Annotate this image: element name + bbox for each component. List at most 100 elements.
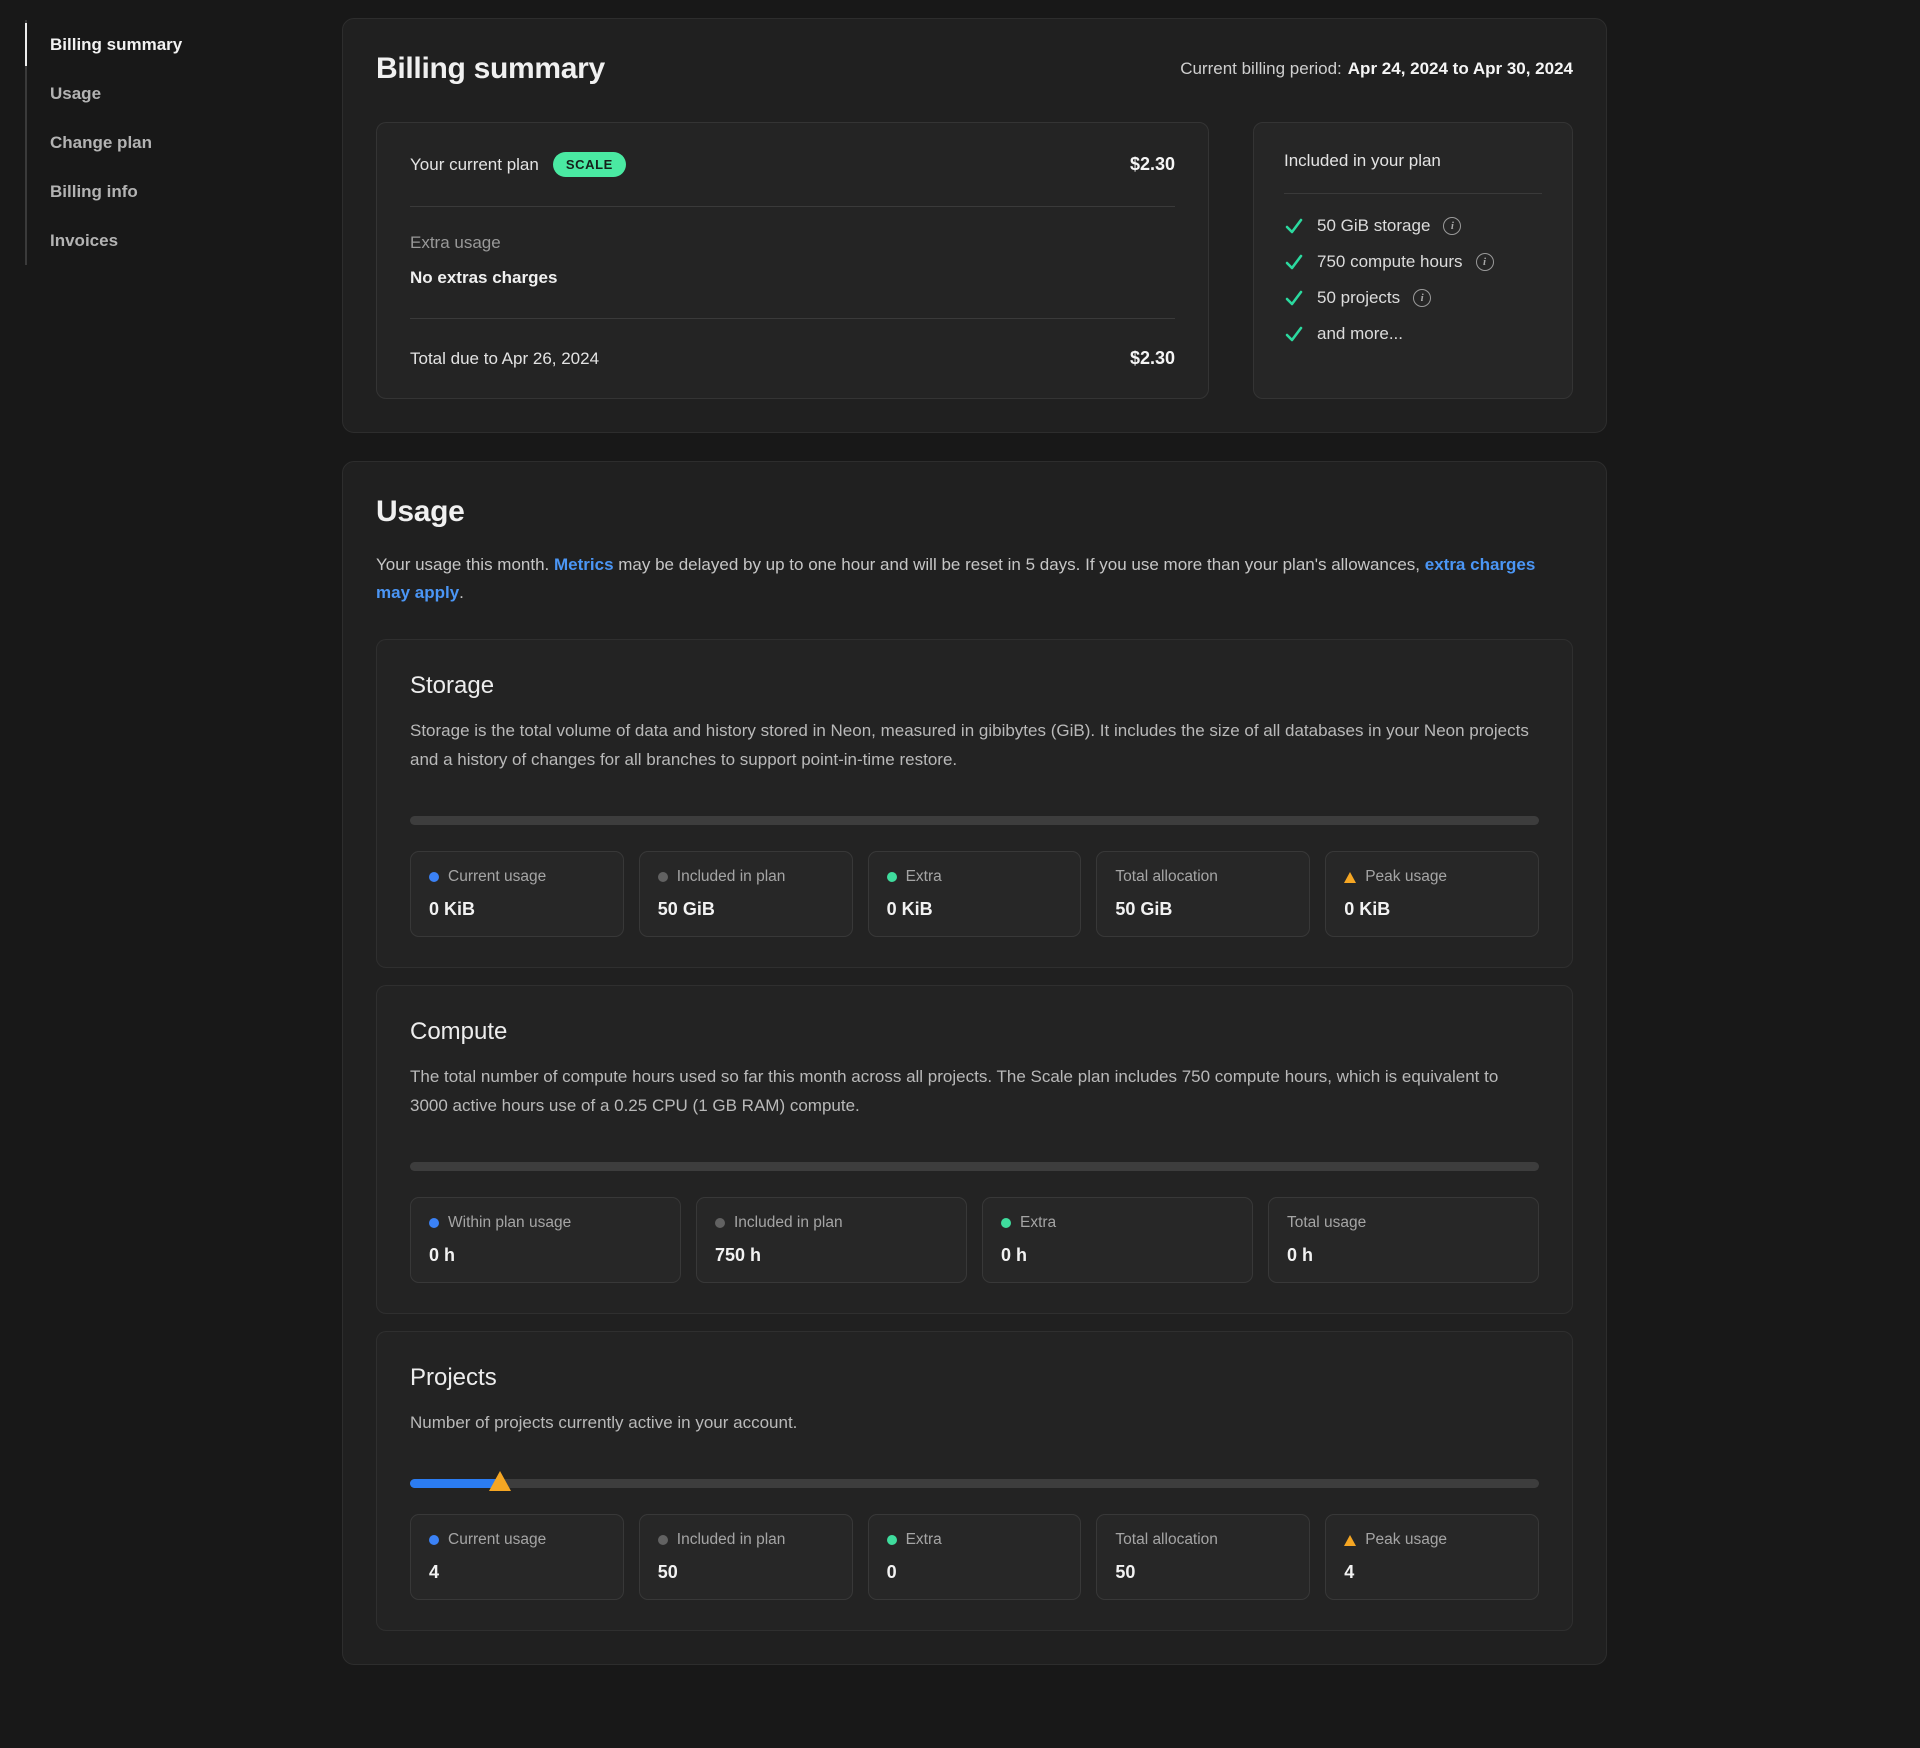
stat-value: 50 bbox=[658, 1562, 834, 1583]
info-icon[interactable]: i bbox=[1443, 217, 1461, 235]
stat-extra: Extra 0 h bbox=[982, 1197, 1253, 1283]
peak-usage-marker-icon bbox=[489, 1471, 511, 1491]
extra-usage-label: Extra usage bbox=[410, 233, 1175, 253]
billing-summary-title: Billing summary bbox=[376, 52, 605, 86]
stat-label: Total allocation bbox=[1115, 868, 1218, 886]
storage-description: Storage is the total volume of data and … bbox=[410, 716, 1539, 774]
stat-label: Total allocation bbox=[1115, 1531, 1218, 1549]
stat-included-in-plan: Included in plan 50 GiB bbox=[639, 851, 853, 937]
current-plan-left: Your current plan SCALE bbox=[410, 152, 626, 177]
divider bbox=[1284, 193, 1542, 194]
stat-current-usage: Current usage 0 KiB bbox=[410, 851, 624, 937]
main-content: Billing summary Current billing period: A… bbox=[342, 0, 1607, 1665]
metrics-link[interactable]: Metrics bbox=[554, 555, 614, 574]
sidebar-item-change-plan[interactable]: Change plan bbox=[27, 118, 342, 167]
projects-stats: Current usage 4 Included in plan 50 Extr… bbox=[410, 1514, 1539, 1600]
stat-value: 4 bbox=[1344, 1562, 1520, 1583]
stat-value: 0 KiB bbox=[887, 899, 1063, 920]
stat-label: Current usage bbox=[448, 1531, 546, 1549]
usage-desc-text: may be delayed by up to one hour and wil… bbox=[614, 555, 1425, 574]
stat-label: Total usage bbox=[1287, 1214, 1366, 1232]
check-icon bbox=[1284, 252, 1304, 272]
check-icon bbox=[1284, 324, 1304, 344]
included-item-compute: 750 compute hours i bbox=[1284, 252, 1542, 272]
stat-included-in-plan: Included in plan 50 bbox=[639, 1514, 853, 1600]
stat-value: 50 GiB bbox=[658, 899, 834, 920]
check-icon bbox=[1284, 216, 1304, 236]
green-dot-icon bbox=[1001, 1218, 1011, 1228]
stat-current-usage: Current usage 4 bbox=[410, 1514, 624, 1600]
projects-title: Projects bbox=[410, 1364, 1539, 1392]
current-plan-row: Your current plan SCALE $2.30 bbox=[377, 123, 1208, 206]
projects-progress-fill bbox=[410, 1479, 500, 1488]
stat-label: Included in plan bbox=[677, 1531, 786, 1549]
info-icon[interactable]: i bbox=[1476, 253, 1494, 271]
billing-period-label: Current billing period: bbox=[1180, 59, 1342, 78]
billing-summary-header: Billing summary Current billing period: A… bbox=[376, 52, 1573, 86]
billing-summary-card: Billing summary Current billing period: A… bbox=[342, 18, 1607, 433]
stat-value: 0 bbox=[887, 1562, 1063, 1583]
green-dot-icon bbox=[887, 872, 897, 882]
stat-label: Within plan usage bbox=[448, 1214, 571, 1232]
stat-label: Peak usage bbox=[1365, 868, 1447, 886]
stat-label: Included in plan bbox=[734, 1214, 843, 1232]
plan-price: $2.30 bbox=[1130, 154, 1175, 175]
storage-title: Storage bbox=[410, 672, 1539, 700]
blue-dot-icon bbox=[429, 1535, 439, 1545]
compute-title: Compute bbox=[410, 1018, 1539, 1046]
current-plan-label: Your current plan bbox=[410, 155, 539, 175]
billing-summary-body: Your current plan SCALE $2.30 Extra usag… bbox=[376, 122, 1573, 399]
total-due-label: Total due to Apr 26, 2024 bbox=[410, 349, 599, 369]
billing-period-value: Apr 24, 2024 to Apr 30, 2024 bbox=[1348, 59, 1573, 78]
storage-section: Storage Storage is the total volume of d… bbox=[376, 639, 1573, 968]
billing-page: Billing summary Usage Change plan Billin… bbox=[0, 0, 1920, 1665]
included-item-storage: 50 GiB storage i bbox=[1284, 216, 1542, 236]
stat-within-plan-usage: Within plan usage 0 h bbox=[410, 1197, 681, 1283]
total-due-row: Total due to Apr 26, 2024 $2.30 bbox=[377, 319, 1208, 398]
extra-usage-value: No extras charges bbox=[410, 268, 1175, 288]
stat-value: 0 KiB bbox=[429, 899, 605, 920]
orange-triangle-icon bbox=[1344, 872, 1356, 883]
sidebar-item-billing-info[interactable]: Billing info bbox=[27, 167, 342, 216]
included-item-label: 50 GiB storage bbox=[1317, 216, 1430, 236]
sidebar-item-usage[interactable]: Usage bbox=[27, 69, 342, 118]
stat-value: 750 h bbox=[715, 1245, 948, 1266]
usage-title: Usage bbox=[376, 495, 1573, 529]
stat-included-in-plan: Included in plan 750 h bbox=[696, 1197, 967, 1283]
stat-label: Peak usage bbox=[1365, 1531, 1447, 1549]
projects-section: Projects Number of projects currently ac… bbox=[376, 1331, 1573, 1631]
stat-total-allocation: Total allocation 50 bbox=[1096, 1514, 1310, 1600]
stat-value: 0 h bbox=[429, 1245, 662, 1266]
included-item-label: and more... bbox=[1317, 324, 1403, 344]
billing-nav: Billing summary Usage Change plan Billin… bbox=[25, 20, 342, 265]
stat-label: Extra bbox=[906, 1531, 942, 1549]
plan-badge: SCALE bbox=[553, 152, 626, 177]
compute-description: The total number of compute hours used s… bbox=[410, 1062, 1539, 1120]
stat-label: Current usage bbox=[448, 868, 546, 886]
info-icon[interactable]: i bbox=[1413, 289, 1431, 307]
stat-value: 0 h bbox=[1001, 1245, 1234, 1266]
gray-dot-icon bbox=[715, 1218, 725, 1228]
compute-stats: Within plan usage 0 h Included in plan 7… bbox=[410, 1197, 1539, 1283]
stat-label: Included in plan bbox=[677, 868, 786, 886]
included-in-plan-list: 50 GiB storage i 750 compute hours i 50 … bbox=[1284, 216, 1542, 344]
stat-peak-usage: Peak usage 0 KiB bbox=[1325, 851, 1539, 937]
check-icon bbox=[1284, 288, 1304, 308]
included-item-label: 50 projects bbox=[1317, 288, 1400, 308]
projects-description: Number of projects currently active in y… bbox=[410, 1408, 1539, 1437]
sidebar-item-billing-summary[interactable]: Billing summary bbox=[27, 20, 342, 69]
usage-description: Your usage this month. Metrics may be de… bbox=[376, 551, 1536, 607]
stat-label: Extra bbox=[1020, 1214, 1056, 1232]
included-in-plan-title: Included in your plan bbox=[1284, 151, 1542, 171]
green-dot-icon bbox=[887, 1535, 897, 1545]
orange-triangle-icon bbox=[1344, 1535, 1356, 1546]
stat-value: 0 KiB bbox=[1344, 899, 1520, 920]
total-due-value: $2.30 bbox=[1130, 348, 1175, 369]
stat-extra: Extra 0 KiB bbox=[868, 851, 1082, 937]
gray-dot-icon bbox=[658, 872, 668, 882]
stat-label: Extra bbox=[906, 868, 942, 886]
stat-value: 0 h bbox=[1287, 1245, 1520, 1266]
sidebar-item-invoices[interactable]: Invoices bbox=[27, 216, 342, 265]
blue-dot-icon bbox=[429, 872, 439, 882]
usage-desc-text: . bbox=[459, 583, 464, 602]
